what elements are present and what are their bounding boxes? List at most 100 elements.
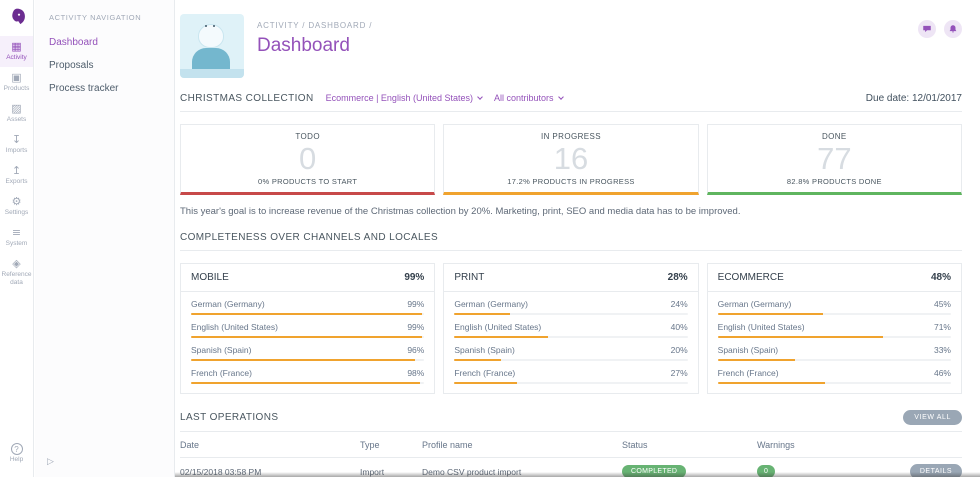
imports-icon: ↧ <box>1 133 32 146</box>
channel-locale-filter[interactable]: Ecommerce | English (United States) <box>326 93 482 103</box>
stat-subtext: 82.8% PRODUCTS DONE <box>714 177 955 186</box>
rail-item-activity[interactable]: ▦ Activity <box>0 36 33 67</box>
column-warnings: Warnings <box>757 440 892 450</box>
locale-row[interactable]: French (France) 46% <box>708 361 961 393</box>
locale-name: English (United States) <box>718 322 805 332</box>
locale-row[interactable]: Spanish (Spain) 33% <box>708 338 961 361</box>
rail-item-label: Reference data <box>1 271 32 287</box>
locale-name: Spanish (Spain) <box>191 345 251 355</box>
page-title: Dashboard <box>257 35 372 57</box>
rail-item-label: Assets <box>1 116 32 124</box>
locale-percent: 20% <box>671 345 688 355</box>
breadcrumb[interactable]: ACTIVITY / DASHBOARD / <box>257 21 372 30</box>
stat-card-todo: TODO 0 0% PRODUCTS TO START <box>180 124 435 195</box>
stat-card-in-progress: IN PROGRESS 16 17.2% PRODUCTS IN PROGRES… <box>443 124 698 195</box>
locale-row[interactable]: French (France) 27% <box>444 361 697 393</box>
locale-percent: 40% <box>671 322 688 332</box>
stat-label: DONE <box>714 132 955 141</box>
completeness-section-header: COMPLETENESS OVER CHANNELS AND LOCALES <box>180 232 962 251</box>
activity-navigation: ACTIVITY NAVIGATION Dashboard Proposals … <box>35 0 175 477</box>
collapse-sidebar-icon[interactable]: ▷ <box>47 457 54 467</box>
channel-percent: 28% <box>668 272 688 283</box>
locale-row[interactable]: Spanish (Spain) 20% <box>444 338 697 361</box>
locale-percent: 24% <box>671 299 688 309</box>
channel-card-ecommerce: ECOMMERCE 48% German (Germany)45% Englis… <box>707 263 962 394</box>
project-goal-text: This year's goal is to increase revenue … <box>180 206 962 217</box>
locale-percent: 33% <box>934 345 951 355</box>
page-header: ACTIVITY / DASHBOARD / Dashboard <box>180 14 962 78</box>
rail-item-label: Exports <box>1 178 32 186</box>
rail-item-label: Products <box>1 85 32 93</box>
chevron-down-icon <box>477 94 483 100</box>
due-date: Due date: 12/01/2017 <box>866 93 962 104</box>
locale-name: French (France) <box>191 368 252 378</box>
locale-row[interactable]: English (United States)99% <box>181 315 434 338</box>
assistant-icon[interactable] <box>918 20 936 38</box>
channel-name: MOBILE <box>191 272 229 283</box>
rail-item-exports[interactable]: ↥ Exports <box>0 160 33 191</box>
rail-item-system[interactable]: ≡ System <box>0 222 33 253</box>
help-icon: ? <box>11 443 23 455</box>
project-title: CHRISTMAS COLLECTION <box>180 93 314 104</box>
column-profile-name: Profile name <box>422 440 622 450</box>
chevron-down-icon <box>558 94 564 100</box>
channel-name: ECOMMERCE <box>718 272 784 283</box>
channel-header: PRINT 28% <box>444 264 697 292</box>
stat-value: 0 <box>187 142 428 175</box>
locale-name: Spanish (Spain) <box>454 345 514 355</box>
illustration-band <box>180 69 244 78</box>
locale-name: French (France) <box>718 368 779 378</box>
rail-item-assets[interactable]: ▨ Assets <box>0 98 33 129</box>
activity-icon: ▦ <box>1 40 32 53</box>
rail-item-imports[interactable]: ↧ Imports <box>0 129 33 160</box>
rail-item-label: Activity <box>1 54 32 62</box>
sidebar-item-dashboard[interactable]: Dashboard <box>49 37 164 48</box>
locale-row[interactable]: German (Germany)24% <box>444 292 697 315</box>
locale-name: Spanish (Spain) <box>718 345 778 355</box>
locale-progress-track <box>454 382 687 384</box>
channel-card-print: PRINT 28% German (Germany)24% English (U… <box>443 263 698 394</box>
illustration-character-eye <box>205 25 207 27</box>
dashboard-illustration <box>180 14 244 78</box>
contributors-filter[interactable]: All contributors <box>494 93 563 103</box>
locale-percent: 27% <box>671 368 688 378</box>
stat-subtext: 17.2% PRODUCTS IN PROGRESS <box>450 177 691 186</box>
operation-profile: Demo CSV product import <box>422 467 622 477</box>
locale-name: German (Germany) <box>718 299 792 309</box>
locale-row[interactable]: English (United States)40% <box>444 315 697 338</box>
view-all-button[interactable]: VIEW ALL <box>903 410 962 425</box>
locale-name: German (Germany) <box>191 299 265 309</box>
stat-label: TODO <box>187 132 428 141</box>
locale-row[interactable]: German (Germany) 99% <box>181 292 434 315</box>
locale-progress-bar <box>718 382 825 384</box>
locale-row[interactable]: English (United States)71% <box>708 315 961 338</box>
project-section-header: CHRISTMAS COLLECTION Ecommerce | English… <box>180 93 962 112</box>
completeness-title: COMPLETENESS OVER CHANNELS AND LOCALES <box>180 232 438 243</box>
products-icon: ▣ <box>1 71 32 84</box>
locale-percent: 46% <box>934 368 951 378</box>
locale-name: French (France) <box>454 368 515 378</box>
locale-percent: 99% <box>407 299 424 309</box>
rail-item-products[interactable]: ▣ Products <box>0 67 33 98</box>
sidebar-item-process-tracker[interactable]: Process tracker <box>49 83 164 94</box>
reference-data-icon: ◈ <box>1 257 32 270</box>
rail-item-label: System <box>1 240 32 248</box>
sidebar-item-proposals[interactable]: Proposals <box>49 60 164 71</box>
completeness-channels: MOBILE 99% German (Germany) 99% English (… <box>180 263 962 394</box>
header-text: ACTIVITY / DASHBOARD / Dashboard <box>257 14 372 57</box>
locale-row[interactable]: French (France)98% <box>181 361 434 393</box>
operation-date: 02/15/2018 03:58 PM <box>180 467 360 477</box>
rail-item-help[interactable]: ? Help <box>0 439 33 469</box>
stat-label: IN PROGRESS <box>450 132 691 141</box>
details-button[interactable]: DETAILS <box>910 464 962 477</box>
notification-bell-icon[interactable] <box>944 20 962 38</box>
locale-percent: 45% <box>934 299 951 309</box>
locale-row[interactable]: German (Germany) 45% <box>708 292 961 315</box>
locale-progress-track <box>718 382 951 384</box>
settings-icon: ⚙ <box>1 195 32 208</box>
icon-rail: ▦ Activity ▣ Products ▨ Assets ↧ Imports… <box>0 0 34 477</box>
rail-item-reference-data[interactable]: ◈ Reference data <box>0 253 33 292</box>
rail-item-settings[interactable]: ⚙ Settings <box>0 191 33 222</box>
akeneo-logo[interactable] <box>7 7 27 27</box>
locale-row[interactable]: Spanish (Spain)96% <box>181 338 434 361</box>
